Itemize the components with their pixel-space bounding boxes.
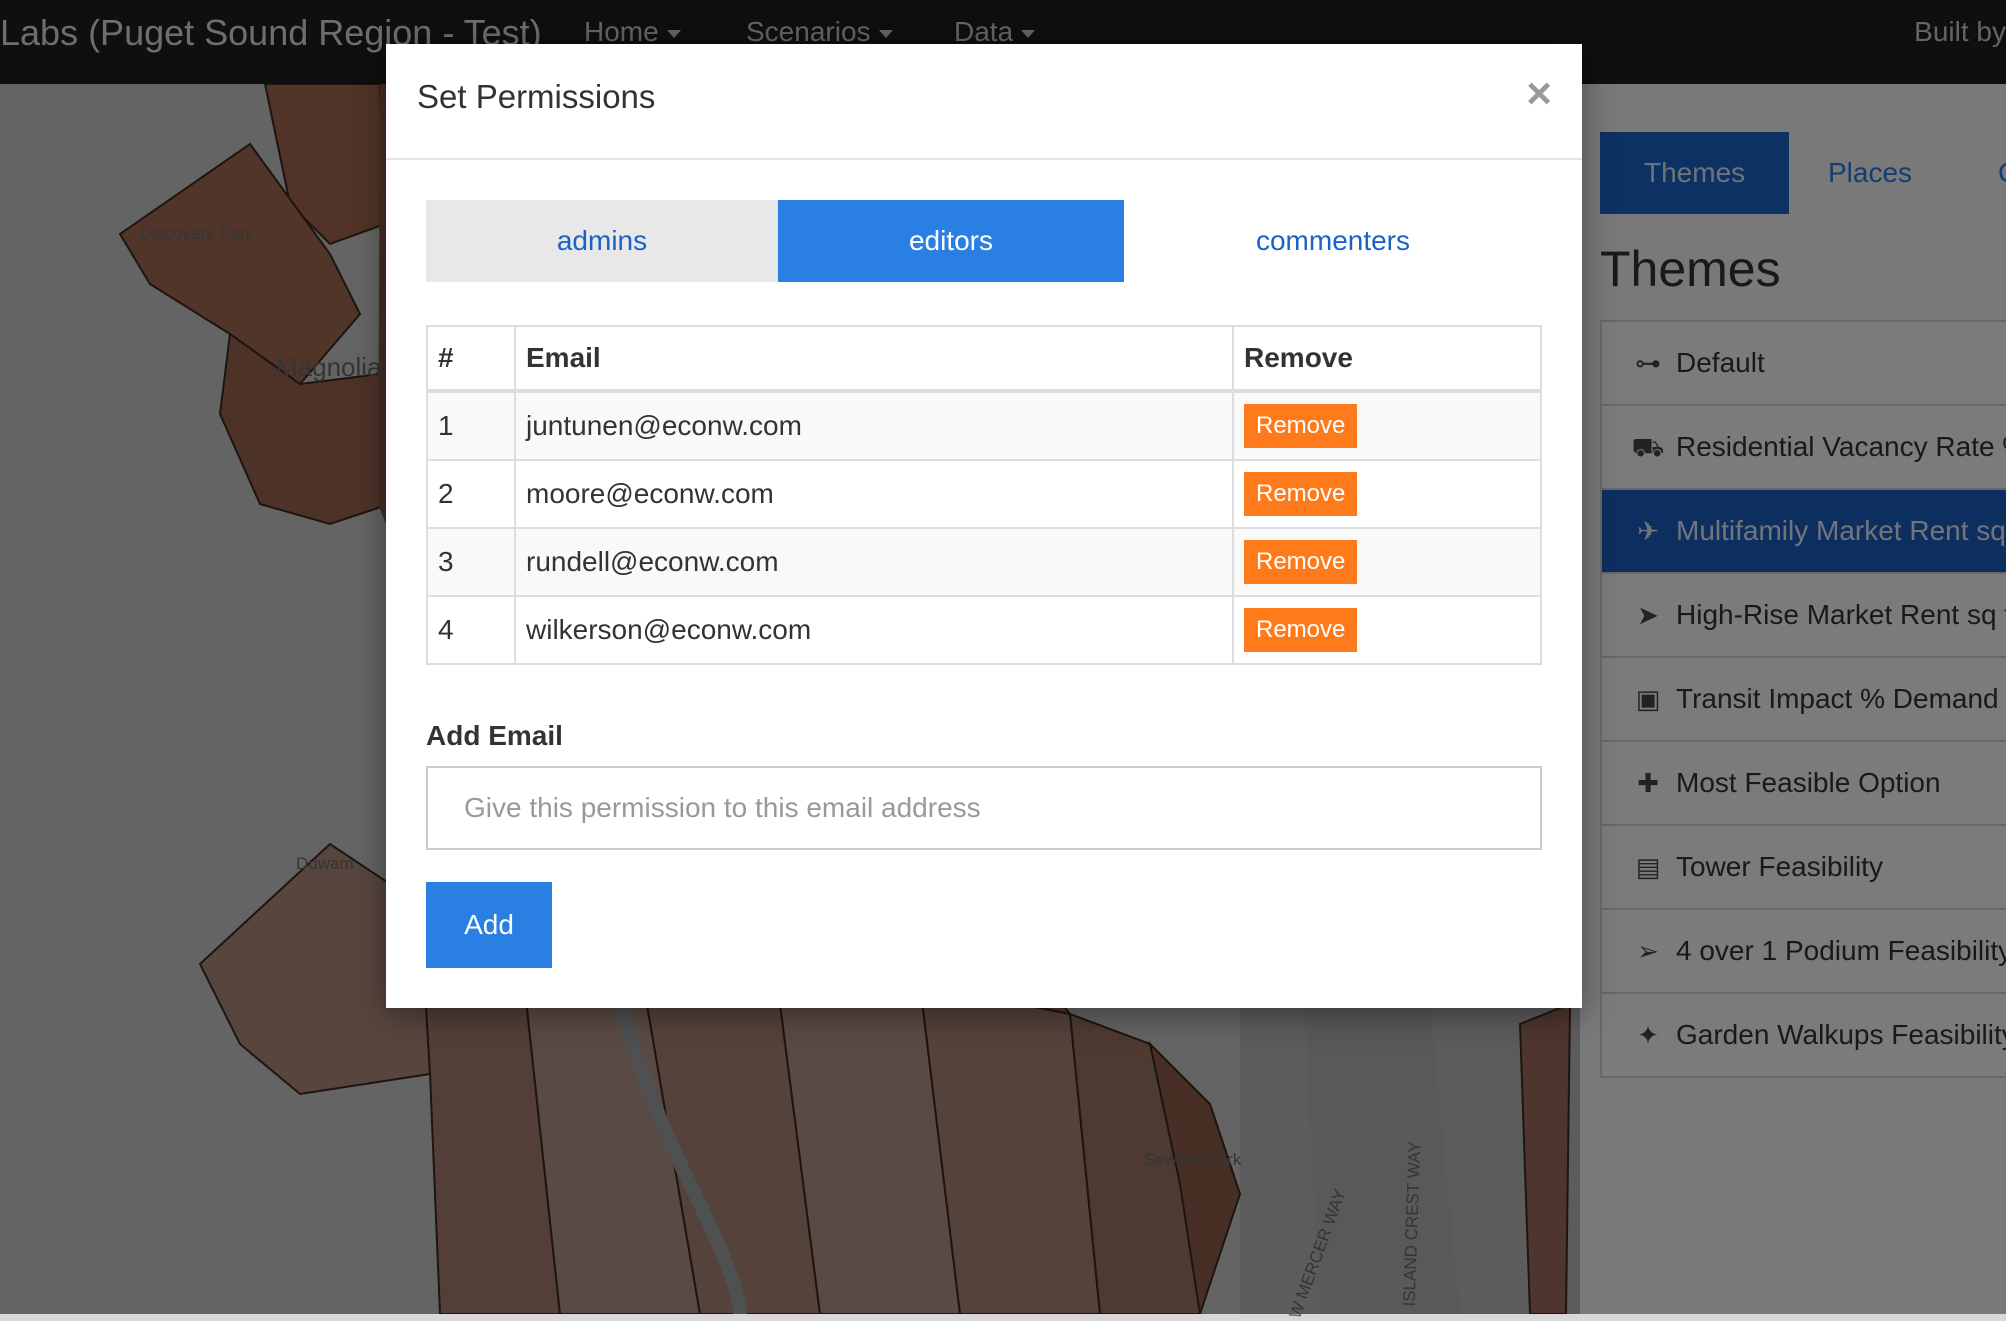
table-row: 1 juntunen@econw.com Remove bbox=[426, 390, 1542, 461]
row-remove-cell: Remove bbox=[1232, 527, 1542, 597]
row-num: 3 bbox=[426, 527, 516, 597]
permissions-table: # Email Remove 1 juntunen@econw.com Remove… bbox=[426, 325, 1542, 665]
add-email-label: Add Email bbox=[426, 720, 563, 751]
permissions-table-body: 1 juntunen@econw.com Remove 2 moore@econw.co… bbox=[426, 390, 1542, 665]
remove-button[interactable]: Remove bbox=[1244, 472, 1358, 516]
header-remove: Remove bbox=[1232, 325, 1542, 392]
add-button[interactable]: Add bbox=[426, 882, 552, 968]
modal-header: Set Permissions × bbox=[386, 44, 1582, 160]
permission-tabs: admins editors commenters bbox=[426, 200, 1542, 282]
tab-commenters[interactable]: commenters bbox=[1124, 200, 1542, 282]
remove-button[interactable]: Remove bbox=[1244, 608, 1358, 652]
table-row: 2 moore@econw.com Remove bbox=[426, 459, 1542, 529]
close-icon[interactable]: × bbox=[1526, 72, 1552, 116]
header-email: Email bbox=[514, 325, 1234, 392]
row-email: juntunen@econw.com bbox=[514, 390, 1234, 461]
tab-admins[interactable]: admins bbox=[426, 200, 778, 282]
row-num: 1 bbox=[426, 390, 516, 461]
table-row: 4 wilkerson@econw.com Remove bbox=[426, 595, 1542, 665]
table-header-row: # Email Remove bbox=[426, 325, 1542, 392]
set-permissions-modal: Set Permissions × admins editors comment… bbox=[386, 44, 1582, 1008]
row-remove-cell: Remove bbox=[1232, 459, 1542, 529]
remove-button[interactable]: Remove bbox=[1244, 540, 1358, 584]
row-email: wilkerson@econw.com bbox=[514, 595, 1234, 665]
row-num: 2 bbox=[426, 459, 516, 529]
row-remove-cell: Remove bbox=[1232, 595, 1542, 665]
modal-title: Set Permissions bbox=[417, 78, 656, 115]
row-remove-cell: Remove bbox=[1232, 390, 1542, 461]
add-email-input[interactable] bbox=[426, 766, 1542, 850]
header-num: # bbox=[426, 325, 516, 392]
remove-button[interactable]: Remove bbox=[1244, 404, 1358, 448]
row-email: moore@econw.com bbox=[514, 459, 1234, 529]
table-row: 3 rundell@econw.com Remove bbox=[426, 527, 1542, 597]
row-num: 4 bbox=[426, 595, 516, 665]
tab-editors[interactable]: editors bbox=[778, 200, 1124, 282]
row-email: rundell@econw.com bbox=[514, 527, 1234, 597]
